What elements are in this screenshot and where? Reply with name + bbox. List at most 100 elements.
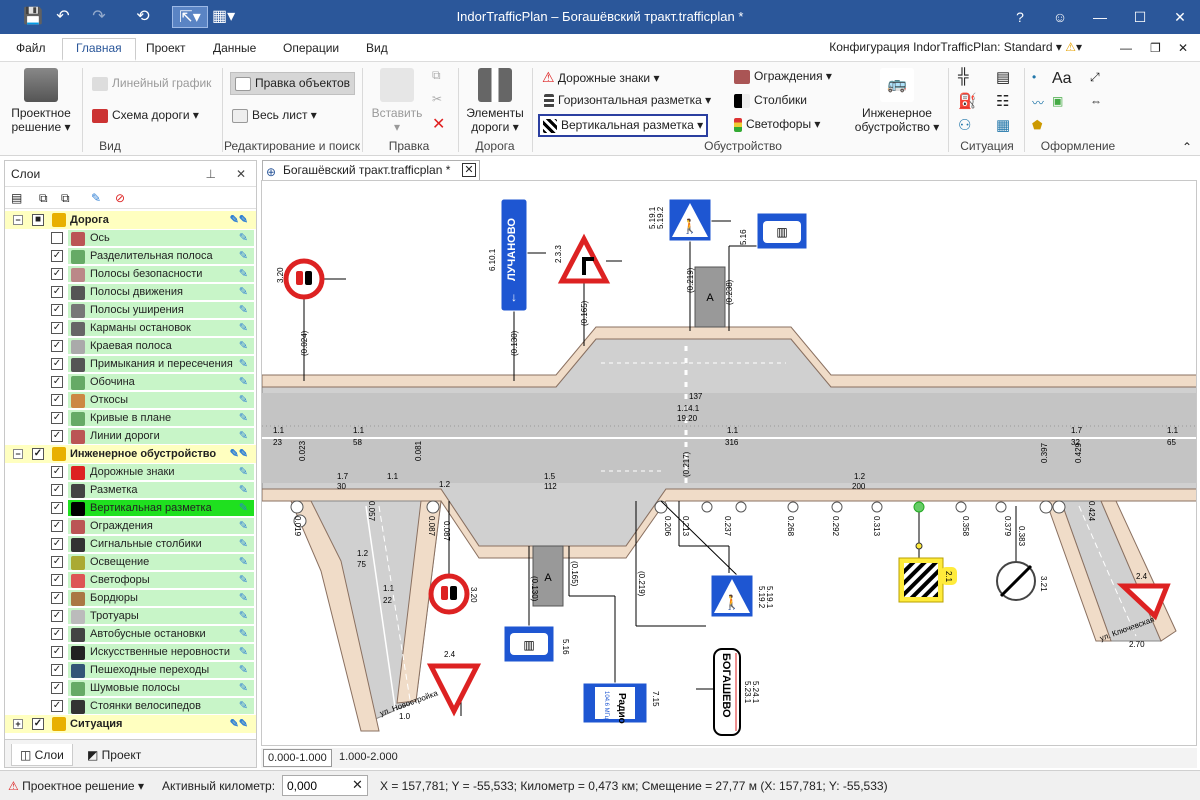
layer-row[interactable]: ✓ Искусственные неровности ✎	[5, 643, 256, 661]
pencil-icon[interactable]: ✎	[239, 554, 248, 570]
layer-copy-icon[interactable]: ⧉	[39, 191, 48, 206]
layer-row[interactable]: ✓ Разметка ✎	[5, 481, 256, 499]
road-elements-button[interactable]: Элементы дороги ▾	[464, 68, 526, 134]
arrow-icon[interactable]: ⤢	[1090, 70, 1100, 85]
expand-icon[interactable]: −	[13, 215, 23, 225]
doc-restore-icon[interactable]: ❐	[1150, 41, 1161, 55]
layer-row[interactable]: ✓ Полосы безопасности ✎	[5, 265, 256, 283]
pencil-icon[interactable]: ✎	[239, 698, 248, 714]
menu-home[interactable]: Главная	[62, 38, 136, 61]
layer-row[interactable]: ✓ Откосы ✎	[5, 391, 256, 409]
layer-visible-checkbox[interactable]: ✓	[51, 376, 63, 388]
pencil-icon[interactable]: ✎	[239, 266, 248, 282]
tab-layers[interactable]: ◫ Слои	[11, 744, 73, 766]
fences-button[interactable]: Ограждения ▾	[734, 69, 832, 84]
pencil-icon[interactable]: ✎	[239, 248, 248, 264]
layer-visible-checkbox[interactable]: ✓	[51, 322, 63, 334]
layer-visible-checkbox[interactable]: ✓	[51, 484, 63, 496]
polyline-icon[interactable]: 〰	[1032, 94, 1044, 111]
sheet-tab-1[interactable]: 0.000-1.000	[263, 749, 332, 767]
layer-settings-icon[interactable]: ▤	[11, 191, 22, 205]
layer-row[interactable]: ✓ Тротуары ✎	[5, 607, 256, 625]
close-icon[interactable]: ✕	[1160, 0, 1200, 34]
engineering-button[interactable]: 🚌 Инженерное обустройство ▾	[852, 68, 942, 134]
railway-icon[interactable]: ☷	[996, 92, 1009, 110]
layer-row[interactable]: ✓ Стоянки велосипедов ✎	[5, 697, 256, 715]
solution-dropdown[interactable]: ⚠ Проектное решение ▾	[8, 779, 144, 793]
expand-icon[interactable]: −	[13, 449, 23, 459]
pencil-icon[interactable]: ✎	[239, 590, 248, 606]
layer-row[interactable]: ✓ Разделительная полоса ✎	[5, 247, 256, 265]
layer-row[interactable]: ✓ Бордюры ✎	[5, 589, 256, 607]
image-icon[interactable]: ▣	[1052, 94, 1063, 108]
edit-objects-button[interactable]: Правка объектов	[230, 72, 355, 95]
layer-group-visible-checkbox[interactable]: ■	[32, 214, 44, 226]
menu-data[interactable]: Данные	[213, 41, 256, 55]
minimize-icon[interactable]: —	[1080, 0, 1120, 34]
pencil-icon[interactable]: ✎	[239, 500, 248, 516]
posts-button[interactable]: Столбики	[734, 93, 807, 108]
people-icon[interactable]: ⚇	[958, 116, 971, 134]
pencil-icon[interactable]: ✎	[239, 428, 248, 444]
layer-visible-checkbox[interactable]: ✓	[51, 466, 63, 478]
menu-project[interactable]: Проект	[146, 41, 186, 55]
pencil-icon[interactable]: ✎	[239, 230, 248, 246]
layer-visible-checkbox[interactable]: ✓	[51, 628, 63, 640]
pencil-icon[interactable]: ✎✎	[230, 211, 248, 229]
layer-visible-checkbox[interactable]: ✓	[51, 556, 63, 568]
pencil-icon[interactable]: ✎	[239, 572, 248, 588]
menu-view[interactable]: Вид	[366, 41, 388, 55]
layer-visible-checkbox[interactable]: ✓	[51, 268, 63, 280]
layer-row[interactable]: ✓ Примыкания и пересечения ✎	[5, 355, 256, 373]
document-tab[interactable]: ⊕ Богашёвский тракт.trafficplan * ✕	[262, 160, 480, 180]
horizontal-marking-button[interactable]: Горизонтальная разметка ▾	[544, 93, 711, 108]
layer-visible-checkbox[interactable]: ✓	[51, 610, 63, 622]
whole-sheet-button[interactable]: Весь лист ▾	[232, 108, 317, 123]
grid-icon[interactable]: ▦	[996, 116, 1010, 134]
road-signs-button[interactable]: ⚠ Дорожные знаки ▾	[542, 69, 659, 86]
maximize-icon[interactable]: ☐	[1120, 0, 1160, 34]
tab-project[interactable]: ◩ Проект	[79, 744, 149, 766]
building-icon[interactable]: ▤	[996, 68, 1010, 86]
layer-row[interactable]: ✓ Краевая полоса ✎	[5, 337, 256, 355]
layer-row[interactable]: ✓ Полосы уширения ✎	[5, 301, 256, 319]
layer-visible-checkbox[interactable]: ✓	[51, 664, 63, 676]
pencil-icon[interactable]: ✎	[239, 626, 248, 642]
project-solution-button[interactable]: Проектное решение ▾	[8, 68, 74, 134]
paste-button[interactable]: Вставить ▾	[368, 68, 426, 134]
pencil-icon[interactable]: ✎	[239, 662, 248, 678]
hydrant-icon[interactable]: ⛽	[958, 92, 977, 110]
layer-row[interactable]: ✓ Автобусные остановки ✎	[5, 625, 256, 643]
text-icon[interactable]: Aa	[1052, 70, 1072, 88]
layer-group-row[interactable]: − ✓ Инженерное обустройство ✎✎	[5, 445, 256, 463]
layer-row[interactable]: ✓ Освещение ✎	[5, 553, 256, 571]
layer-row[interactable]: ✓ Обочина ✎	[5, 373, 256, 391]
layer-row[interactable]: Ось ✎	[5, 229, 256, 247]
layer-row[interactable]: ✓ Полосы движения ✎	[5, 283, 256, 301]
delete-icon[interactable]: ✕	[432, 114, 445, 134]
layer-row[interactable]: ✓ Линии дороги ✎	[5, 427, 256, 445]
layer-row[interactable]: ✓ Ограждения ✎	[5, 517, 256, 535]
panel-close-icon[interactable]: ✕	[236, 167, 246, 181]
menu-operations[interactable]: Операции	[283, 41, 339, 55]
layer-visible-checkbox[interactable]: ✓	[51, 502, 63, 514]
pencil-icon[interactable]: ✎	[239, 608, 248, 624]
pin-icon[interactable]: ⊥	[206, 167, 216, 181]
point-icon[interactable]: •	[1032, 70, 1036, 84]
edit-none-icon[interactable]: ⊘	[115, 191, 125, 205]
pencil-icon[interactable]: ✎	[239, 464, 248, 480]
road-scheme-button[interactable]: Схема дороги ▾	[92, 108, 199, 123]
pencil-icon[interactable]: ✎	[239, 374, 248, 390]
layer-group-row[interactable]: − ■ Дорога ✎✎	[5, 211, 256, 229]
layer-visible-checkbox[interactable]: ✓	[51, 538, 63, 550]
km-clear-icon[interactable]: ✕	[352, 777, 363, 793]
pencil-icon[interactable]: ✎✎	[230, 715, 248, 733]
layer-row[interactable]: ✓ Пешеходные переходы ✎	[5, 661, 256, 679]
layer-stack-icon[interactable]: ⧉	[61, 191, 70, 206]
layer-visible-checkbox[interactable]: ✓	[51, 304, 63, 316]
edit-all-icon[interactable]: ✎	[91, 191, 101, 205]
shape-icon[interactable]: ⬟	[1032, 118, 1042, 132]
pencil-icon[interactable]: ✎	[239, 644, 248, 660]
layer-visible-checkbox[interactable]: ✓	[51, 358, 63, 370]
document-tab-close-icon[interactable]: ✕	[462, 163, 476, 177]
